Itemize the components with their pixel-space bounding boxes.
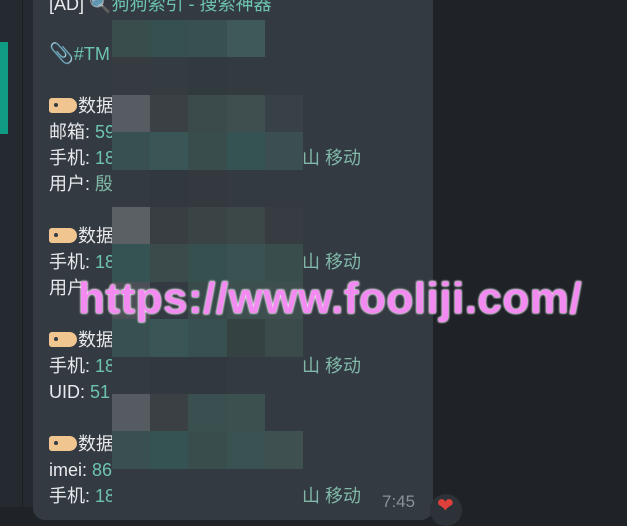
mosaic-cell	[150, 57, 189, 95]
mosaic-cell	[226, 319, 265, 357]
carrier-text: 山 移动	[302, 148, 362, 168]
mosaic-cell	[226, 468, 265, 507]
watermark-url: https://www.fooliji.com/	[78, 274, 583, 323]
carrier-text: 山 移动	[302, 252, 362, 272]
mosaic-cell	[112, 169, 151, 207]
mosaic-cell	[188, 319, 227, 357]
mosaic-cell	[226, 356, 265, 394]
mosaic-cell	[188, 206, 227, 245]
carrier-text: 山 移动	[302, 356, 362, 376]
label-tag-icon	[49, 98, 77, 113]
mosaic-cell	[188, 57, 227, 95]
mosaic-cell	[150, 132, 189, 170]
mosaic-cell	[188, 431, 227, 469]
mosaic-cell	[112, 132, 151, 170]
mosaic-cell	[150, 206, 189, 245]
panel-divider	[22, 0, 23, 507]
mosaic-cell	[150, 393, 189, 432]
ad-prefix: [AD]	[49, 0, 85, 14]
mosaic-cell	[264, 169, 303, 207]
record-row: 用户: 殷	[49, 174, 114, 194]
mosaic-cell	[150, 20, 189, 58]
mosaic-cell	[112, 57, 151, 95]
mosaic-cell	[226, 393, 265, 432]
paperclip-icon: 📎	[49, 43, 74, 65]
record-row: 邮箱: 59	[49, 122, 116, 142]
carrier-text: 山 移动	[302, 486, 362, 506]
mosaic-cell	[264, 20, 303, 58]
mosaic-cell	[150, 468, 189, 507]
hashtag-link[interactable]: #TM	[74, 44, 110, 64]
mosaic-cell	[226, 94, 265, 133]
heart-icon: ❤	[437, 495, 454, 517]
mosaic-cell	[226, 431, 265, 469]
record-row: 手机: 18	[49, 252, 116, 272]
record-row: 手机: 18	[49, 148, 116, 168]
mosaic-cell	[226, 132, 265, 170]
mosaic-cell	[112, 206, 151, 245]
mosaic-cell	[112, 356, 151, 394]
mosaic-cell	[264, 319, 303, 357]
mosaic-cell	[150, 319, 189, 357]
mosaic-cell	[264, 57, 303, 95]
record-row: 手机: 18	[49, 356, 116, 376]
mosaic-cell	[226, 206, 265, 245]
mosaic-cell	[188, 169, 227, 207]
mosaic-cell	[264, 132, 303, 170]
mosaic-cell	[264, 94, 303, 133]
mosaic-cell	[188, 468, 227, 507]
selected-chat-indicator	[0, 42, 8, 134]
record-row: UID: 51	[49, 382, 111, 402]
mosaic-cell	[226, 57, 265, 95]
imei-value[interactable]: 86	[92, 460, 112, 480]
hashtag-line: 📎#TM	[49, 42, 110, 66]
mosaic-cell	[112, 393, 151, 432]
label-tag-icon	[49, 332, 77, 347]
mosaic-cell	[264, 468, 303, 507]
record-title: 数据	[49, 94, 114, 118]
mosaic-cell	[226, 169, 265, 207]
mosaic-cell	[188, 132, 227, 170]
record-row: 手机: 18	[49, 486, 116, 506]
mosaic-cell	[264, 206, 303, 245]
label-tag-icon	[49, 228, 77, 243]
mosaic-cell	[264, 431, 303, 469]
mosaic-cell	[188, 20, 227, 58]
mosaic-cell	[264, 356, 303, 394]
mosaic-cell	[112, 20, 151, 58]
redaction-mosaic	[112, 20, 303, 507]
mosaic-cell	[112, 94, 151, 133]
mosaic-cell	[150, 94, 189, 133]
record-title: 数据	[49, 328, 114, 352]
record-row: imei: 86	[49, 460, 113, 480]
record-title: 数据	[49, 432, 114, 456]
message-time: 7:45	[382, 492, 416, 511]
mosaic-cell	[112, 468, 151, 507]
magnifier-icon: 🔍	[89, 0, 112, 14]
user-value: 殷	[95, 174, 114, 194]
mosaic-cell	[188, 94, 227, 133]
mosaic-cell	[150, 431, 189, 469]
ad-link[interactable]: 狗狗索引 - 搜索神器	[111, 0, 271, 14]
mosaic-cell	[226, 20, 265, 58]
ad-line: [AD] 🔍狗狗索引 - 搜索神器	[49, 0, 271, 16]
mosaic-cell	[150, 169, 189, 207]
reaction-button[interactable]: ❤	[430, 494, 462, 526]
record-title: 数据	[49, 224, 114, 248]
label-tag-icon	[49, 436, 77, 451]
mosaic-cell	[112, 431, 151, 469]
mosaic-cell	[150, 356, 189, 394]
mosaic-cell	[188, 393, 227, 432]
mosaic-cell	[264, 393, 303, 432]
mosaic-cell	[112, 319, 151, 357]
mosaic-cell	[188, 356, 227, 394]
uid-value[interactable]: 51	[90, 382, 110, 402]
